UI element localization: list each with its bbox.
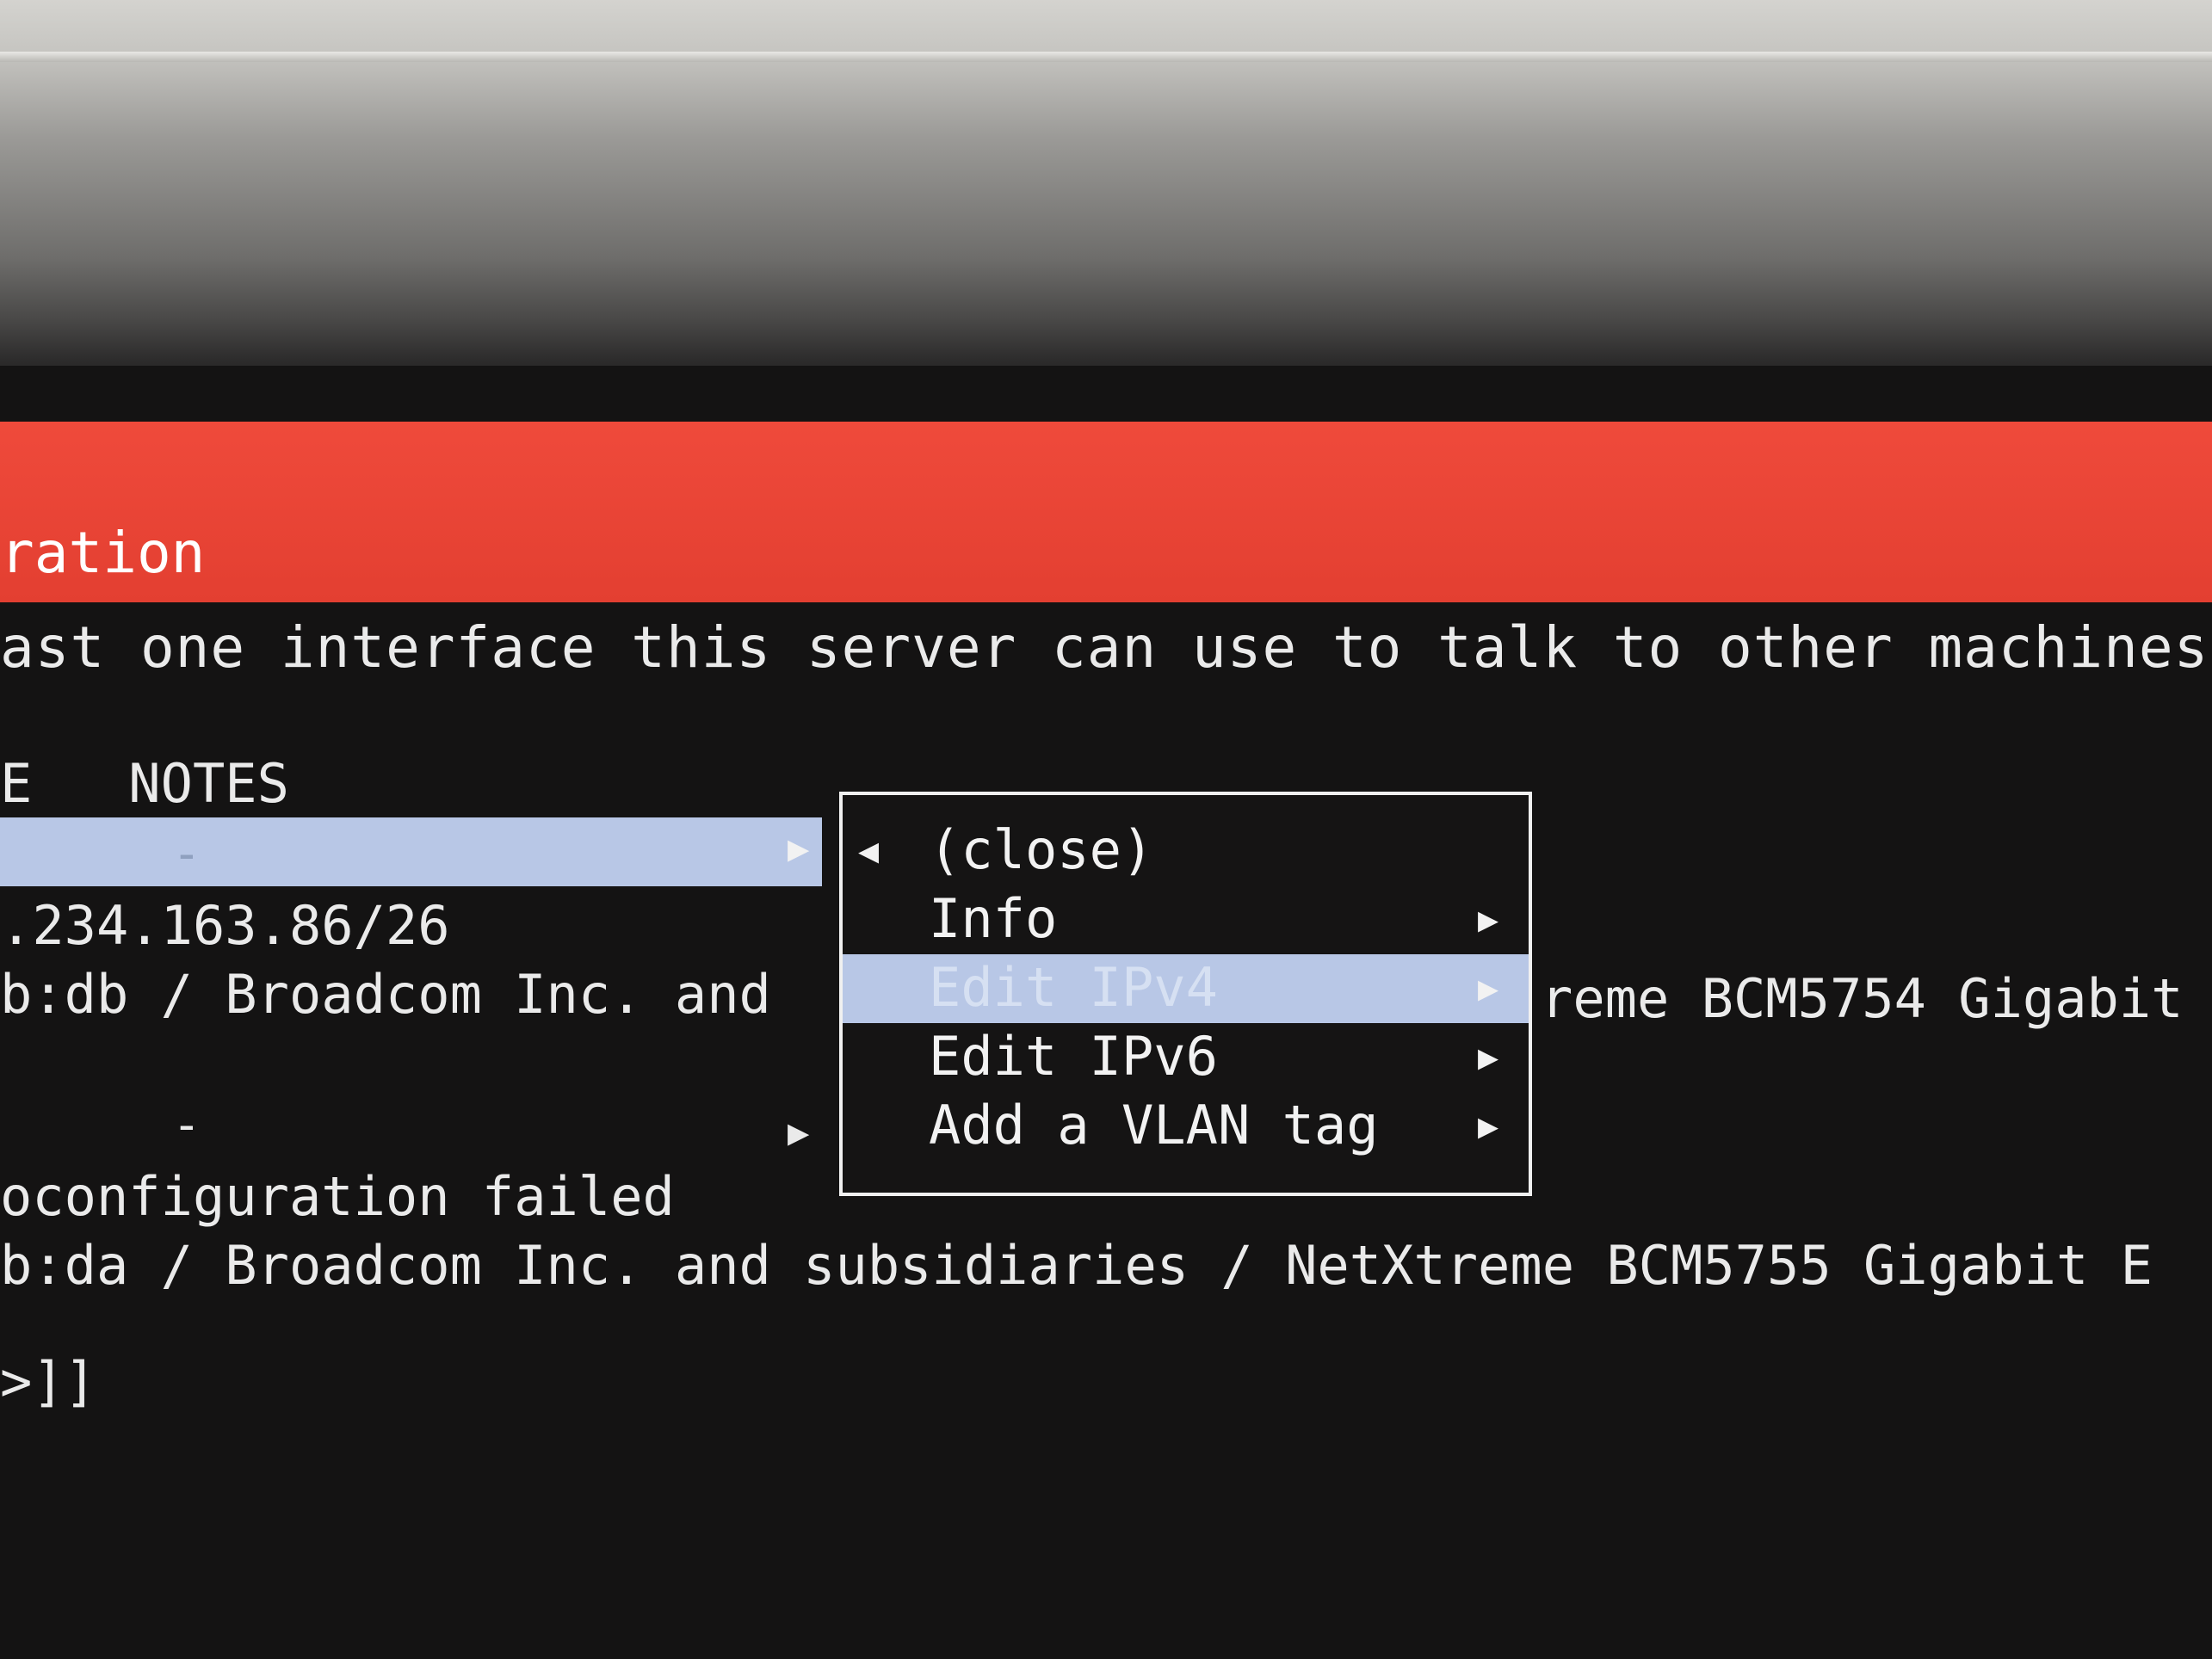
interface-2-description: b:da / Broadcom Inc. and subsidiaries / …: [0, 1234, 2153, 1297]
interface-1-description: b:db / Broadcom Inc. and: [0, 963, 771, 1026]
menu-item-label: Add a VLAN tag: [929, 1094, 1379, 1156]
menu-item-label: Edit IPv6: [929, 1025, 1218, 1088]
chevron-right-icon: ▶: [1478, 1107, 1499, 1146]
menu-item-edit-ipv6[interactable]: Edit IPv6 ▶: [843, 1023, 1529, 1092]
header-bar: ration: [0, 422, 2212, 602]
menu-item-info[interactable]: Info ▶: [843, 885, 1529, 954]
close-arrow-icon: ◀: [858, 831, 880, 871]
monitor-bezel-edge: [0, 52, 2212, 62]
menu-item-label: Edit IPv4: [929, 956, 1218, 1019]
terminal-screen: ration ast one interface this server can…: [0, 366, 2212, 1659]
interface-2-status: oconfiguration failed: [0, 1165, 675, 1228]
selected-row-arrow-icon[interactable]: ▶: [788, 830, 809, 867]
menu-item-add-vlan-tag[interactable]: Add a VLAN tag ▶: [843, 1092, 1529, 1161]
menu-item-label: Info: [929, 887, 1058, 950]
intro-text: ast one interface this server can use to…: [0, 614, 2212, 681]
interface-2-arrow-icon[interactable]: ▶: [788, 1114, 809, 1150]
chevron-right-icon: ▶: [1478, 900, 1499, 940]
menu-item-close[interactable]: ◀ (close): [843, 817, 1529, 885]
chevron-right-icon: ▶: [1478, 969, 1499, 1008]
bottom-prompt: >]]: [0, 1350, 96, 1413]
menu-item-label: (close): [929, 818, 1154, 881]
menu-item-edit-ipv4[interactable]: Edit IPv4 ▶: [843, 954, 1529, 1023]
interface-1-description-tail: reme BCM5754 Gigabit: [1541, 967, 2184, 1030]
interface-2-notes: -: [172, 1097, 201, 1153]
column-header: E NOTES: [0, 752, 289, 815]
page-title: ration: [0, 520, 206, 586]
interface-action-menu: ◀ (close) Info ▶ Edit IPv4 ▶ Edit IPv6 ▶…: [839, 792, 1532, 1196]
selected-interface-row[interactable]: [0, 817, 822, 886]
selected-row-notes: -: [172, 826, 201, 882]
chevron-right-icon: ▶: [1478, 1038, 1499, 1077]
interface-ip-address: .234.163.86/26: [0, 894, 450, 957]
